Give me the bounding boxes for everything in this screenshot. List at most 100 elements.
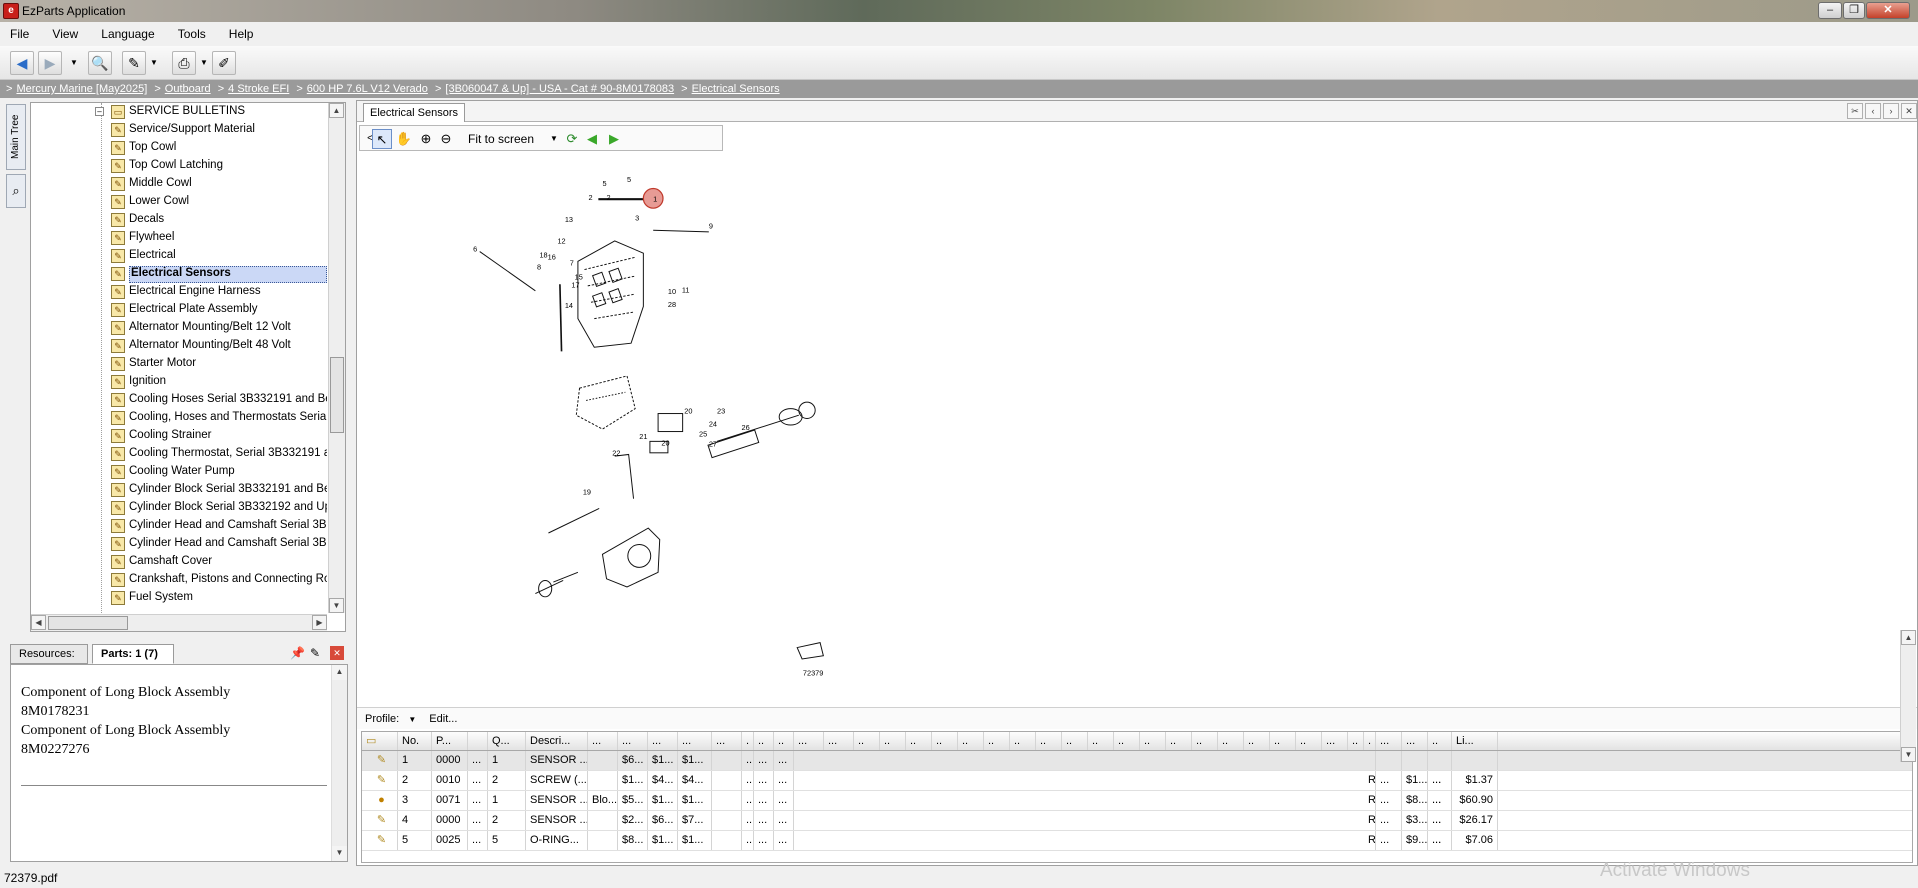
pin-icon[interactable]: ✂ — [1847, 103, 1863, 119]
tab-resources[interactable]: Resources: 0 — [10, 644, 88, 678]
column-header[interactable]: .. — [1140, 732, 1166, 750]
collapse-icon[interactable]: – — [95, 107, 104, 116]
pan-hand-icon[interactable]: ✋ — [394, 129, 414, 149]
column-header[interactable]: . — [742, 732, 754, 750]
tree-item[interactable]: ✎ Cylinder Block Serial 3B332191 and Belo… — [31, 481, 327, 499]
tree-item[interactable]: ✎ Cylinder Block Serial 3B332192 and Up — [31, 499, 327, 517]
callout-label[interactable]: 8 — [537, 263, 541, 272]
column-header[interactable]: .. — [1296, 732, 1322, 750]
scroll-right-icon[interactable]: ▶ — [312, 615, 327, 630]
column-header[interactable]: .. — [1192, 732, 1218, 750]
callout-label[interactable]: 23 — [717, 407, 725, 416]
column-header[interactable]: .. — [754, 732, 774, 750]
tree-item[interactable]: ✎ Top Cowl Latching — [31, 157, 327, 175]
tree-item[interactable]: ▭ SERVICE BULLETINS – — [31, 103, 327, 121]
column-header[interactable]: ... — [794, 732, 824, 750]
dropdown-icon[interactable]: ▼ — [150, 58, 158, 67]
zoom-in-icon[interactable]: ⊕ — [416, 129, 436, 149]
column-header[interactable]: .. — [774, 732, 794, 750]
pointer-icon[interactable]: ↖ — [372, 129, 392, 149]
scroll-down-icon[interactable]: ▼ — [1901, 747, 1916, 762]
callout-label[interactable]: 2 — [607, 193, 611, 202]
callout-label[interactable]: 2 — [589, 193, 593, 202]
column-header[interactable]: Descri... — [526, 732, 588, 750]
dropdown-icon[interactable]: ▼ — [200, 58, 208, 67]
scroll-down-icon[interactable]: ▼ — [332, 846, 347, 861]
column-header[interactable]: ... — [712, 732, 742, 750]
callout-label[interactable]: 13 — [565, 215, 573, 224]
menu-tools[interactable]: Tools — [168, 22, 216, 46]
column-header[interactable]: .. — [1428, 732, 1452, 750]
tree-item[interactable]: ✎ Cooling, Hoses and Thermostats Serial 3… — [31, 409, 327, 427]
tree-item[interactable]: ✎ Electrical Sensors — [31, 265, 327, 283]
print-icon[interactable]: ⎙ — [172, 51, 196, 75]
column-header[interactable]: .. — [1348, 732, 1364, 750]
scroll-up-icon[interactable]: ▲ — [1901, 630, 1916, 645]
tree-item[interactable]: ✎ Decals — [31, 211, 327, 229]
chevron-left-icon[interactable]: ‹ — [1865, 103, 1881, 119]
close-icon[interactable]: ✕ — [1901, 103, 1917, 119]
table-row[interactable]: ✎ 2 0010... 2 SCREW (... $1... $4... $4........… — [362, 771, 1912, 791]
exploded-parts-diagram[interactable]: 12 235 5678910 1112131415161718192020212223… — [357, 155, 1257, 695]
tree-item[interactable]: ✎ Cooling Water Pump — [31, 463, 327, 481]
edit-icon[interactable]: ✎ — [122, 51, 146, 75]
column-header[interactable]: .. — [1114, 732, 1140, 750]
column-header[interactable]: ... — [588, 732, 618, 750]
forward-arrow-icon[interactable]: ▶ — [38, 51, 62, 75]
tree-item[interactable]: ✎ Middle Cowl — [31, 175, 327, 193]
tree-item[interactable]: ✎ Starter Motor — [31, 355, 327, 373]
tree-item[interactable]: ✎ Crankshaft, Pistons and Connecting Rods — [31, 571, 327, 589]
callout-label[interactable]: 24 — [709, 420, 717, 429]
close-button[interactable]: ✕ — [1866, 2, 1910, 19]
tree-item[interactable]: ✎ Cooling Thermostat, Serial 3B332191 and — [31, 445, 327, 463]
table-row[interactable]: ● 3 0071... 1 SENSOR ... Blo... $5... $1... $1..… — [362, 791, 1912, 811]
grid-vertical-scrollbar[interactable]: ▲ ▼ — [1900, 630, 1916, 762]
tree-item[interactable]: ✎ Electrical Plate Assembly — [31, 301, 327, 319]
column-header[interactable]: .. — [1166, 732, 1192, 750]
table-row[interactable]: ✎ 5 0025... 5 O-RING... $8... $1... $1.........… — [362, 831, 1912, 851]
tree-item[interactable]: ✎ Electrical — [31, 247, 327, 265]
column-header[interactable]: .. — [1270, 732, 1296, 750]
column-header[interactable]: .. — [1062, 732, 1088, 750]
callout-label[interactable]: 1 — [653, 195, 657, 204]
callout-label[interactable]: 20 — [684, 407, 692, 416]
tree-item[interactable]: ✎ Cylinder Head and Camshaft Serial 3B332 — [31, 535, 327, 553]
column-header[interactable]: .. — [906, 732, 932, 750]
edit-profile-link[interactable]: Edit... — [429, 713, 457, 725]
menu-file[interactable]: File — [0, 22, 39, 46]
callout-label[interactable]: 6 — [473, 245, 477, 254]
notes-icon[interactable]: ✐ — [212, 51, 236, 75]
tab-electrical-sensors[interactable]: Electrical Sensors — [363, 103, 466, 122]
column-header-icon[interactable]: ▭ — [362, 732, 398, 750]
tree-item[interactable]: ✎ Fuel System — [31, 589, 327, 607]
column-header[interactable]: .. — [932, 732, 958, 750]
callout-label[interactable]: 17 — [571, 281, 579, 290]
callout-label[interactable]: 11 — [682, 285, 690, 294]
menu-language[interactable]: Language — [91, 22, 164, 46]
breadcrumb-link[interactable]: [3B060047 & Up] - USA - Cat # 90-8M01780… — [445, 83, 674, 95]
column-header[interactable]: .. — [854, 732, 880, 750]
tree-item[interactable]: ✎ Alternator Mounting/Belt 12 Volt — [31, 319, 327, 337]
table-row[interactable]: ✎ 1 0000... 1 SENSOR ... $6... $1... $1........… — [362, 751, 1912, 771]
breadcrumb-link[interactable]: 600 HP 7.6L V12 Verado — [307, 83, 428, 95]
column-header[interactable]: .. — [1244, 732, 1270, 750]
column-header[interactable]: .. — [1036, 732, 1062, 750]
callout-label[interactable]: 5 — [602, 179, 606, 188]
table-row[interactable]: ✎ 4 0000... 2 SENSOR ... $2... $6... $7........… — [362, 811, 1912, 831]
breadcrumb-link[interactable]: Electrical Sensors — [692, 83, 780, 95]
breadcrumb-link[interactable]: Mercury Marine [May2025] — [16, 83, 147, 95]
tree-item[interactable]: ✎ Service/Support Material — [31, 121, 327, 139]
minimize-button[interactable]: – — [1818, 2, 1842, 19]
callout-label[interactable]: 18 — [539, 250, 547, 259]
scroll-thumb[interactable] — [48, 616, 128, 630]
column-header[interactable]: ... — [1322, 732, 1348, 750]
close-icon[interactable]: ✕ — [330, 646, 344, 660]
restore-button[interactable]: ❐ — [1843, 2, 1865, 19]
column-header[interactable]: No. — [398, 732, 432, 750]
dropdown-icon[interactable]: ▼ — [408, 715, 416, 724]
menu-view[interactable]: View — [42, 22, 88, 46]
column-header[interactable]: .. — [1088, 732, 1114, 750]
column-header[interactable]: ... — [1402, 732, 1428, 750]
column-header[interactable]: P... — [432, 732, 468, 750]
column-header[interactable]: . — [1364, 732, 1376, 750]
